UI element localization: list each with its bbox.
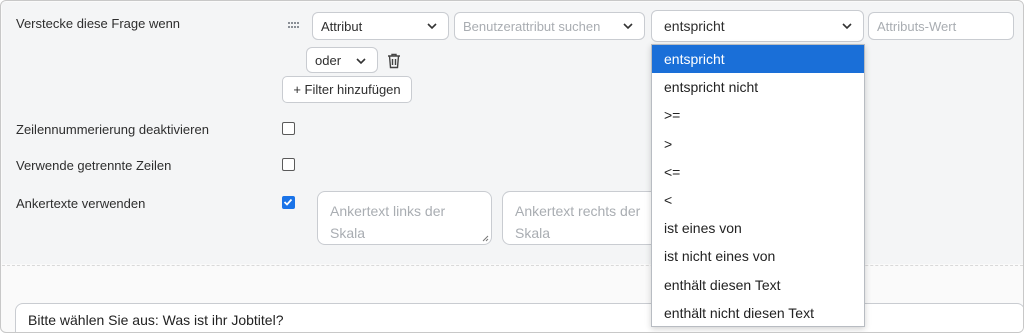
separate-rows-checkbox[interactable] [282,158,295,171]
operator-option[interactable]: entspricht [652,45,864,74]
attribute-value-placeholder: Attributs-Wert [877,18,957,34]
anchor-texts-label: Ankertexte verwenden [16,196,146,211]
operator-option[interactable]: enthält nicht diesen Text [652,299,864,327]
trash-icon[interactable] [387,53,401,69]
disable-line-numbers-label: Zeilennummerierung deaktivieren [16,122,209,137]
add-filter-label: + Filter hinzufügen [293,82,401,97]
attribute-select[interactable]: Attribut [312,12,449,40]
chevron-down-icon [356,58,366,65]
operator-option[interactable]: ist eines von [652,214,864,242]
resize-handle-icon[interactable] [481,234,489,242]
logic-select-value: oder [315,52,342,68]
anchor-left-placeholder: Ankertext links der Skala [330,203,446,241]
anchor-texts-checkbox[interactable] [282,196,295,209]
operator-option[interactable]: > [652,130,864,158]
chevron-down-icon [842,23,852,30]
separate-rows-label: Verwende getrennte Zeilen [16,158,172,173]
chevron-down-icon [623,23,633,30]
hide-condition-label: Verstecke diese Frage wenn [16,16,181,31]
anchor-right-placeholder: Ankertext rechts der Skala [515,203,641,241]
add-filter-button[interactable]: + Filter hinzufügen [282,76,412,103]
user-attribute-search[interactable]: Benutzerattribut suchen [454,12,645,40]
chevron-down-icon [427,23,437,30]
anchor-left-textarea[interactable]: Ankertext links der Skala [317,191,492,245]
operator-option[interactable]: entspricht nicht [652,73,864,101]
question-text: Bitte wählen Sie aus: Was ist ihr Jobtit… [28,312,284,328]
attribute-value-input[interactable]: Attributs-Wert [868,12,1014,40]
user-attribute-placeholder: Benutzerattribut suchen [463,18,601,34]
frame: Verstecke diese Frage wenn Attribut Benu… [0,0,1024,333]
operator-select[interactable]: entspricht [651,10,864,42]
disable-line-numbers-checkbox[interactable] [282,122,295,135]
attribute-select-value: Attribut [321,18,363,34]
drag-handle-icon[interactable] [288,21,300,29]
operator-option[interactable]: <= [652,158,864,186]
operator-option[interactable]: >= [652,101,864,129]
divider [2,265,1023,266]
operator-option[interactable]: ist nicht eines von [652,242,864,270]
question-title-field[interactable]: Bitte wählen Sie aus: Was ist ihr Jobtit… [15,303,1023,332]
operator-option[interactable]: < [652,186,864,214]
operator-dropdown-list: entspricht entspricht nicht >= > <= < ist eine… [651,44,865,327]
logic-select[interactable]: oder [306,47,378,73]
checkmark-icon [283,198,293,206]
operator-select-value: entspricht [664,18,725,34]
operator-option[interactable]: enthält diesen Text [652,271,864,299]
